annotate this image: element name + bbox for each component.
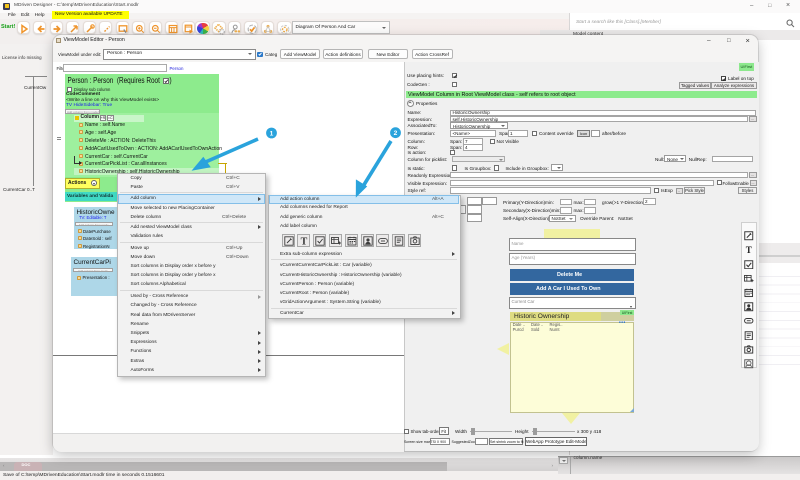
svg-text:1: 1 — [270, 130, 274, 137]
svg-text:2: 2 — [394, 130, 398, 137]
